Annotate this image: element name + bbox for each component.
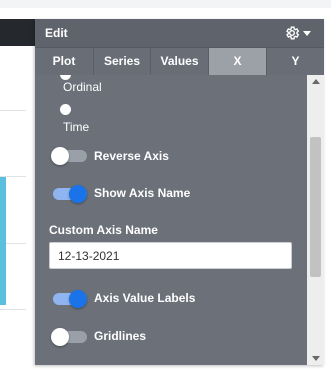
x-axis-settings: Ordinal Time Reverse Axis Show Axis Name… <box>35 75 307 365</box>
show-axis-name-label: Show Axis Name <box>94 186 191 200</box>
tab-plot[interactable]: Plot <box>35 48 94 75</box>
radio-time-label: Time <box>63 120 90 134</box>
panel-title: Edit <box>45 26 68 40</box>
scroll-down-arrow-icon[interactable] <box>312 356 320 361</box>
tab-bar: Plot Series Values X Y <box>35 47 324 75</box>
radio-time[interactable] <box>60 104 71 115</box>
panel-header: Edit <box>35 19 324 47</box>
reverse-axis-label: Reverse Axis <box>94 149 169 163</box>
tab-series[interactable]: Series <box>94 48 151 75</box>
background-divider <box>0 309 26 310</box>
axis-value-labels-toggle[interactable] <box>51 290 87 308</box>
radio-ordinal-label: Ordinal <box>63 80 102 94</box>
toggle-knob <box>69 290 87 308</box>
gridlines-label: Gridlines <box>94 329 147 343</box>
axis-value-labels-label: Axis Value Labels <box>94 291 196 305</box>
settings-menu-button[interactable] <box>284 24 311 42</box>
scrollbar-thumb[interactable] <box>310 137 321 277</box>
background-divider <box>0 110 26 111</box>
show-axis-name-toggle[interactable] <box>51 185 87 203</box>
toggle-knob <box>69 185 87 203</box>
tab-y[interactable]: Y <box>267 48 324 75</box>
custom-axis-name-label: Custom Axis Name <box>49 223 158 237</box>
scroll-up-arrow-icon[interactable] <box>312 79 320 84</box>
background-top-bar <box>0 0 331 8</box>
gear-icon <box>286 26 300 40</box>
panel-scrollbar[interactable] <box>307 75 324 365</box>
toggle-knob <box>51 328 69 346</box>
toggle-knob <box>51 147 69 165</box>
gridlines-toggle[interactable] <box>51 328 87 346</box>
background-selected-row-accent <box>0 177 6 305</box>
edit-panel: Edit Plot Series Values X Y Ordinal Time… <box>35 19 324 365</box>
background-header-bar <box>0 19 36 46</box>
tab-x[interactable]: X <box>209 48 267 75</box>
caret-down-icon <box>303 31 311 36</box>
reverse-axis-toggle[interactable] <box>51 147 87 165</box>
custom-axis-name-input[interactable] <box>49 242 292 269</box>
tab-values[interactable]: Values <box>151 48 209 75</box>
